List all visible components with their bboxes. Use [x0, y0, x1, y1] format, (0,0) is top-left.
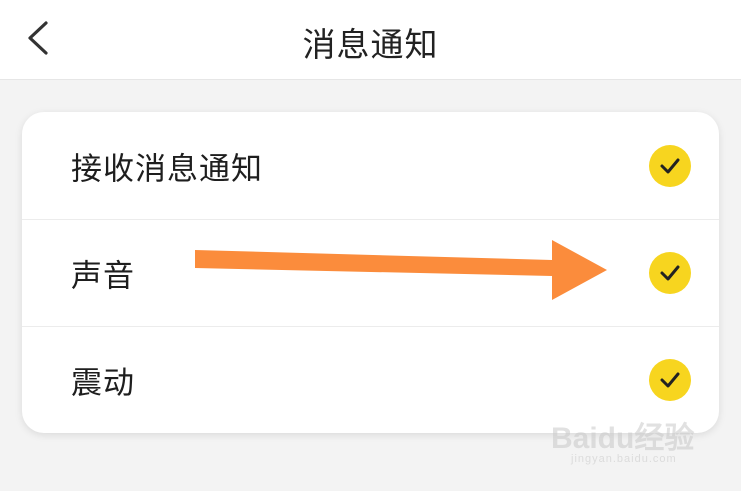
- watermark-site: jingyan.baidu.com: [571, 453, 677, 465]
- page-title: 消息通知: [302, 25, 439, 64]
- setting-sound[interactable]: 声音: [22, 219, 719, 326]
- setting-label: 震动: [71, 365, 135, 401]
- check-icon: [660, 265, 680, 280]
- checkbox-checked[interactable]: [649, 358, 691, 401]
- divider: [22, 326, 719, 327]
- settings-card: 接收消息通知 声音 震动: [22, 112, 719, 433]
- divider: [22, 219, 719, 220]
- checkbox-checked[interactable]: [649, 144, 691, 187]
- setting-vibrate[interactable]: 震动: [22, 326, 719, 433]
- setting-receive-notifications[interactable]: 接收消息通知: [22, 112, 719, 219]
- top-bar: 消息通知: [0, 0, 741, 80]
- setting-label: 接收消息通知: [71, 151, 263, 187]
- checkbox-checked[interactable]: [649, 251, 691, 294]
- setting-label: 声音: [71, 258, 135, 294]
- check-icon: [660, 372, 680, 387]
- check-icon: [660, 158, 680, 173]
